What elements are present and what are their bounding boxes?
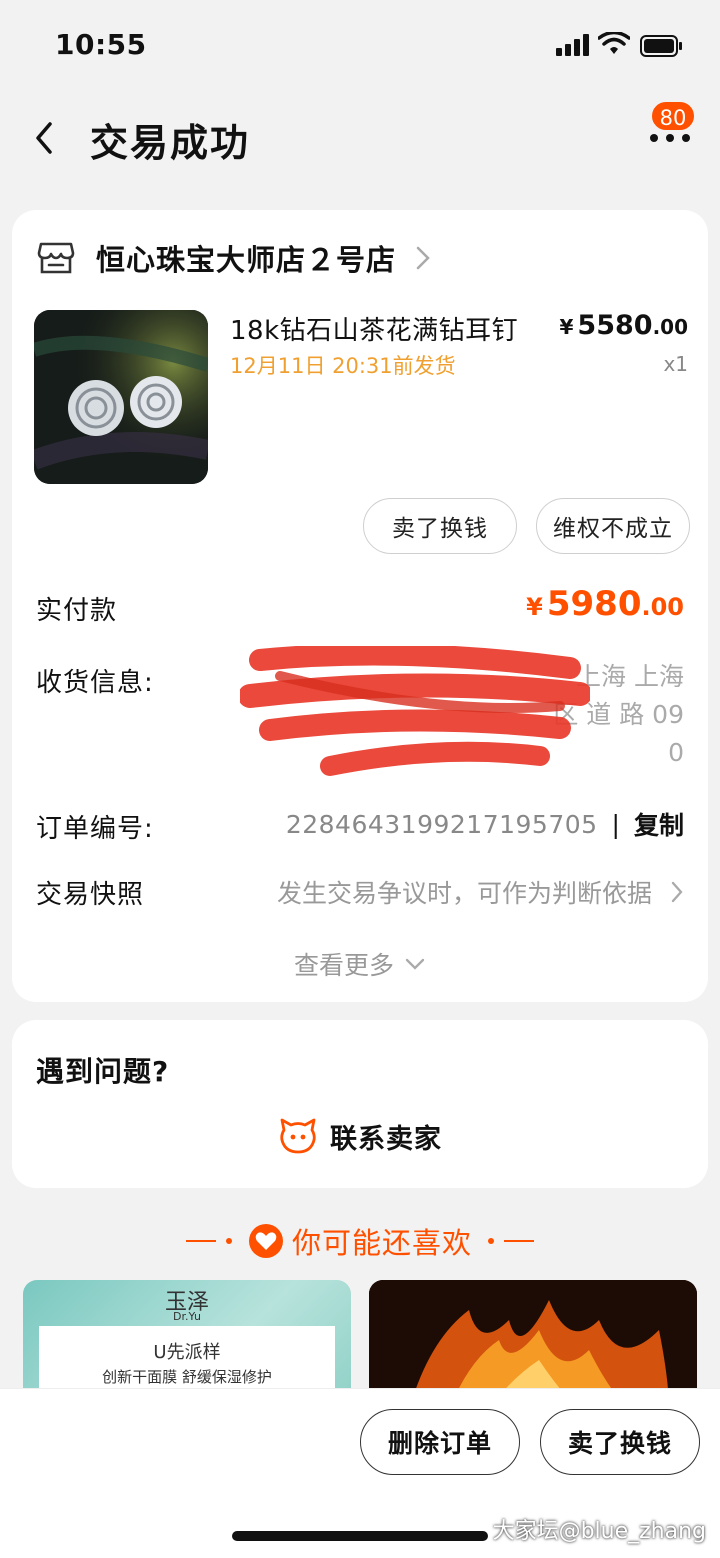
help-title: 遇到问题? <box>36 1055 170 1088</box>
order-card: 恒心珠宝大师店２号店 18k钻石山茶花满钻耳钉 12月11日 20:31前发货 … <box>12 210 708 1002</box>
order-number-row: 2284643199217195705 | 复制 <box>286 806 684 842</box>
help-card: 遇到问题? 联系卖家 <box>12 1020 708 1188</box>
bottom-action-bar: 删除订单 卖了换钱 大家坛@blue_zhang <box>0 1388 720 1558</box>
chat-mascot-icon <box>280 1118 316 1154</box>
ship-deadline: 12月11日 20:31前发货 <box>230 354 456 378</box>
battery-icon <box>640 35 682 57</box>
page-title: 交易成功 <box>90 121 251 165</box>
product-quantity: x1 <box>663 352 688 376</box>
paid-decimal: .00 <box>641 593 684 621</box>
see-more-button[interactable]: 查看更多 <box>12 946 708 982</box>
watermark: 大家坛@blue_zhang <box>492 1519 706 1544</box>
price-integer: 5580 <box>577 310 653 341</box>
shipping-info-label: 收货信息: <box>36 668 154 698</box>
chevron-down-icon <box>405 958 425 970</box>
status-time: 10:55 <box>55 28 147 61</box>
product-title[interactable]: 18k钻石山茶花满钻耳钉 <box>230 310 518 347</box>
copy-order-number-button[interactable]: 复制 <box>634 806 684 842</box>
shop-name: 恒心珠宝大师店２号店 <box>96 243 397 277</box>
more-dots-icon <box>650 134 690 142</box>
paid-label: 实付款 <box>36 596 118 626</box>
promo-tagline: U先派样 <box>153 1342 221 1363</box>
brand-subtitle: Dr.Yu <box>173 1310 201 1323</box>
dot <box>225 1238 232 1244</box>
snapshot-label: 交易快照 <box>36 880 145 910</box>
delete-order-button[interactable]: 删除订单 <box>360 1409 520 1475</box>
recommend-header: 你可能还喜欢 <box>0 1220 720 1262</box>
more-menu-button[interactable]: 80 <box>640 100 700 160</box>
product-price: ¥5580.00 <box>559 310 688 341</box>
redaction-scribble <box>240 646 590 776</box>
price-decimal: .00 <box>652 315 688 339</box>
earring-image <box>34 310 208 484</box>
dot <box>488 1238 494 1244</box>
sell-for-cash-bottom-button[interactable]: 卖了换钱 <box>540 1409 700 1475</box>
price-symbol: ¥ <box>559 315 574 339</box>
divider <box>504 1240 534 1242</box>
separator: | <box>611 809 620 839</box>
rights-claim-status-button[interactable]: 维权不成立 <box>536 498 690 554</box>
paid-symbol: ¥ <box>526 593 543 621</box>
order-number: 2284643199217195705 <box>285 809 598 839</box>
order-number-label: 订单编号: <box>36 814 154 844</box>
store-icon <box>37 242 75 274</box>
contact-seller-label: 联系卖家 <box>330 1123 442 1155</box>
promo-description: 创新干面膜 舒缓保湿修护 <box>102 1368 272 1386</box>
divider <box>185 1240 216 1242</box>
recommend-title: 你可能还喜欢 <box>291 1226 472 1260</box>
chevron-right-icon <box>416 246 430 270</box>
contact-seller-button[interactable]: 联系卖家 <box>12 1116 708 1156</box>
status-bar: 10:55 <box>0 0 720 90</box>
product-thumbnail[interactable] <box>34 310 208 484</box>
paid-integer: 5980 <box>546 584 642 624</box>
back-button[interactable] <box>28 118 62 158</box>
cellular-signal-icon <box>556 34 589 56</box>
paid-amount: ¥5980.00 <box>526 584 684 624</box>
heart-icon <box>248 1224 283 1258</box>
snapshot-hint: 发生交易争议时，可作为判断依据 <box>276 879 652 908</box>
sell-for-cash-button[interactable]: 卖了换钱 <box>363 498 517 554</box>
see-more-label: 查看更多 <box>293 951 394 980</box>
snapshot-link[interactable]: 发生交易争议时，可作为判断依据 <box>277 874 684 910</box>
wifi-icon <box>598 32 630 54</box>
shop-link[interactable]: 恒心珠宝大师店２号店 <box>36 236 432 280</box>
home-indicator[interactable] <box>232 1531 488 1541</box>
chevron-right-icon <box>671 881 683 903</box>
notification-badge: 80 <box>650 100 696 132</box>
